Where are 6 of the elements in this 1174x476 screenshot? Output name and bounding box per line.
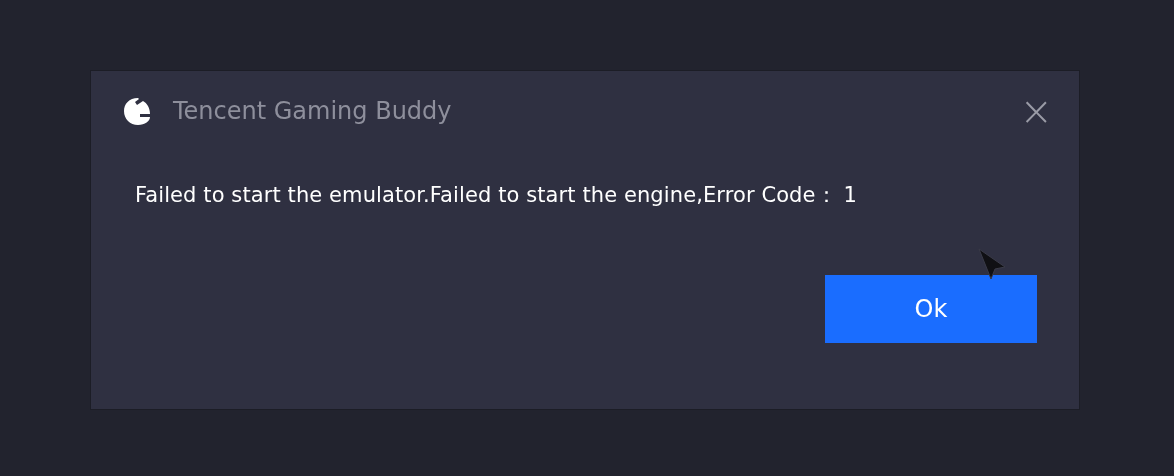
cursor-icon	[977, 247, 1007, 281]
ok-button[interactable]: Ok	[825, 275, 1037, 343]
error-message: Failed to start the emulator.Failed to start the engine,Error Code： 1	[135, 182, 858, 209]
logo-icon	[121, 95, 153, 127]
window-title: Tencent Gaming Buddy	[173, 97, 452, 125]
close-button[interactable]: ×	[1019, 91, 1053, 131]
